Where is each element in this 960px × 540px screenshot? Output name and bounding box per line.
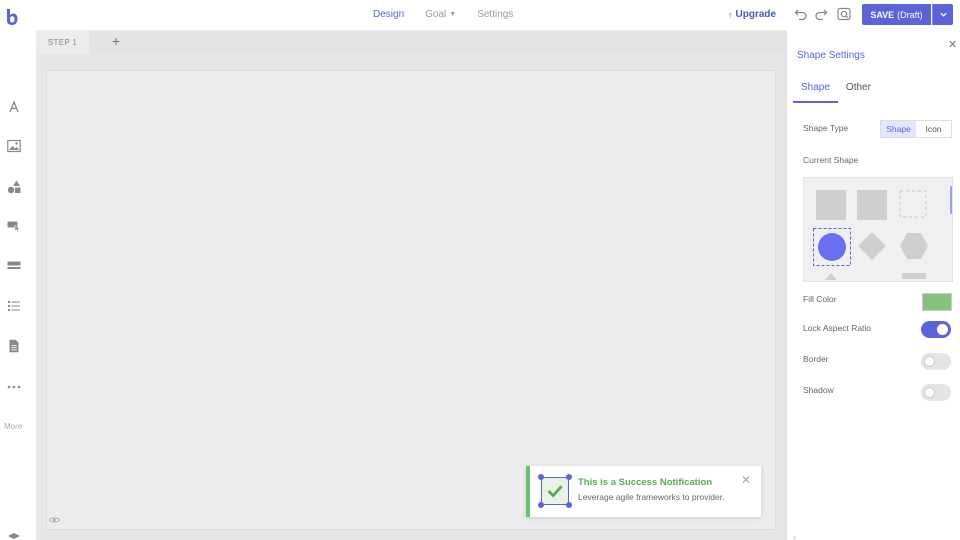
lock-aspect-label: Lock Aspect Ratio xyxy=(803,323,872,333)
upgrade-link[interactable]: ↑ Upgrade xyxy=(728,9,776,20)
shape-type-icon[interactable]: Icon xyxy=(916,121,951,137)
shadow-label: Shadow xyxy=(803,385,834,395)
nav-goal[interactable]: Goal ▼ xyxy=(425,9,456,20)
border-toggle[interactable] xyxy=(921,353,951,370)
preview-icon[interactable] xyxy=(837,7,851,21)
shadow-toggle[interactable] xyxy=(921,384,951,401)
toggle-knob xyxy=(924,387,935,398)
form-icon[interactable] xyxy=(7,259,21,273)
shape-type-shape[interactable]: Shape xyxy=(881,121,916,137)
layers-icon[interactable] xyxy=(7,532,21,540)
left-toolbar: More xyxy=(0,30,36,540)
shape-settings-panel: Shape Settings ✕ Shape Other Shape Type … xyxy=(786,30,960,540)
notification-icon-box[interactable] xyxy=(541,477,569,505)
button-icon[interactable] xyxy=(7,219,21,233)
workspace: STEP 1 + xyxy=(36,30,786,540)
design-canvas[interactable] xyxy=(46,70,776,530)
page-icon[interactable] xyxy=(7,339,21,353)
shape-type-label: Shape Type xyxy=(803,123,849,133)
shape-type-toggle: Shape Icon xyxy=(880,120,952,138)
text-icon[interactable] xyxy=(7,100,21,114)
tab-shape[interactable]: Shape xyxy=(793,80,838,103)
nav-settings[interactable]: Settings xyxy=(477,9,513,20)
shape-picker xyxy=(803,177,953,282)
shape-picker-scrollbar[interactable] xyxy=(950,186,952,214)
top-nav: Design Goal ▼ Settings xyxy=(373,9,534,20)
list-icon[interactable] xyxy=(7,299,21,313)
caret-down-icon: ▼ xyxy=(449,11,457,18)
success-notification[interactable]: This is a Success Notification Leverage … xyxy=(526,466,761,517)
undo-icon[interactable] xyxy=(794,7,808,21)
tab-step-1[interactable]: STEP 1 xyxy=(36,30,89,54)
shapes-icon[interactable] xyxy=(7,180,21,194)
chevron-down-icon xyxy=(939,12,947,17)
diamond-shape-icon[interactable] xyxy=(857,231,887,261)
rectangle-shape-icon[interactable] xyxy=(902,273,926,279)
nav-design[interactable]: Design xyxy=(373,9,404,20)
panel-title: Shape Settings xyxy=(797,50,865,61)
app-logo-icon[interactable] xyxy=(6,8,18,26)
circle-shape-icon[interactable] xyxy=(813,228,851,266)
square-shape-icon[interactable] xyxy=(816,190,846,220)
resize-handle[interactable] xyxy=(538,502,544,508)
rounded-square-shape-icon[interactable] xyxy=(857,190,887,220)
dashed-square-shape-icon[interactable] xyxy=(899,190,929,220)
image-icon[interactable] xyxy=(7,139,21,153)
toggle-knob xyxy=(937,324,948,335)
top-bar: Design Goal ▼ Settings ↑ Upgrade SAVE (Dr… xyxy=(0,0,960,30)
fill-color-swatch[interactable] xyxy=(922,293,952,311)
hexagon-shape-icon[interactable] xyxy=(899,231,929,261)
current-shape-label: Current Shape xyxy=(803,155,859,165)
step-tabs: STEP 1 + xyxy=(36,30,786,54)
tab-other[interactable]: Other xyxy=(838,80,879,103)
resize-handle[interactable] xyxy=(566,474,572,480)
eye-icon[interactable] xyxy=(49,516,60,524)
collapse-panel-icon[interactable]: › xyxy=(793,532,796,540)
panel-tabs: Shape Other xyxy=(793,80,879,103)
arrow-up-icon: ↑ xyxy=(728,9,733,20)
notification-message: Leverage agile frameworks to provider. xyxy=(578,492,725,502)
resize-handle[interactable] xyxy=(566,502,572,508)
toggle-knob xyxy=(924,356,935,367)
more-icon[interactable] xyxy=(7,380,21,394)
notification-title: This is a Success Notification xyxy=(578,477,713,488)
checkmark-icon xyxy=(547,485,563,498)
lock-aspect-toggle[interactable] xyxy=(921,321,951,338)
fill-color-label: Fill Color xyxy=(803,294,837,304)
resize-handle[interactable] xyxy=(538,474,544,480)
close-icon[interactable]: ✕ xyxy=(741,473,751,487)
triangle-shape-icon[interactable] xyxy=(824,272,838,280)
add-step-button[interactable]: + xyxy=(112,33,120,49)
save-button[interactable]: SAVE (Draft) xyxy=(862,4,931,25)
border-label: Border xyxy=(803,354,829,364)
more-label[interactable]: More xyxy=(4,422,22,431)
close-icon[interactable]: ✕ xyxy=(948,38,957,51)
save-options-button[interactable] xyxy=(932,4,953,25)
redo-icon[interactable] xyxy=(814,7,828,21)
